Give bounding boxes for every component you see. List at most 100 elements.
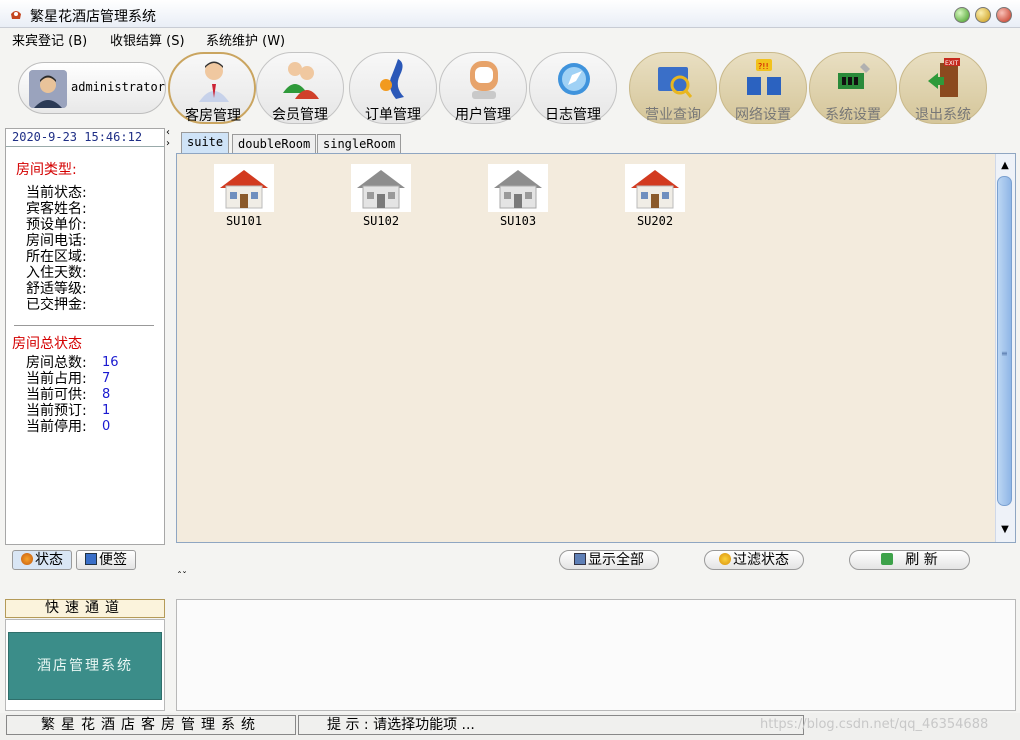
tab-suite[interactable]: suite — [181, 132, 230, 153]
members-icon — [283, 62, 319, 99]
status-row-total: 房间总数: 16 — [26, 355, 119, 371]
quick-access-panel: 酒店管理系统 — [5, 619, 165, 711]
field-current-status: 当前状态: — [26, 185, 87, 201]
status-app-name: 繁星花酒店客房管理系统 — [6, 715, 296, 735]
toolbar-label: 用户管理 — [455, 107, 511, 123]
svg-text:EXIT: EXIT — [945, 60, 959, 67]
hotel-system-shortcut[interactable]: 酒店管理系统 — [8, 632, 162, 700]
tab-notes[interactable]: 便签 — [76, 550, 136, 570]
folder-search-icon — [658, 67, 692, 98]
collapse-left-arrow[interactable]: ‹ — [166, 127, 170, 138]
toolbar-label: 退出系统 — [915, 107, 971, 123]
vertical-scrollbar[interactable]: ▲ ≡ ▼ — [995, 154, 1015, 542]
field-guest-name: 宾客姓名: — [26, 201, 87, 217]
log-management-button[interactable]: 日志管理 — [529, 52, 617, 124]
window-title: 繁星花酒店管理系统 — [30, 9, 156, 25]
order-icon — [380, 59, 404, 99]
grip-icon: ≡ — [1001, 349, 1008, 358]
room-su202[interactable]: SU202 — [625, 164, 685, 234]
compass-icon — [558, 63, 590, 95]
room-status-list: 房间总数: 16 当前占用: 7 当前可供: 8 当前预订: 1 当前停用: 0 — [26, 355, 156, 435]
expand-left-arrow[interactable]: › — [166, 138, 170, 149]
network-icon: ?!! — [747, 59, 781, 95]
room-management-button[interactable]: 客房管理 — [168, 52, 256, 124]
menu-system-maintenance[interactable]: 系统维护 (W) — [206, 30, 285, 49]
svg-text:?!!: ?!! — [758, 62, 769, 71]
system-settings-button[interactable]: 系统设置 — [809, 52, 897, 124]
field-stay-days: 入住天数: — [26, 265, 87, 281]
network-settings-button[interactable]: ?!! 网络设置 — [719, 52, 807, 124]
status-value: 1 — [102, 403, 111, 418]
room-label: SU202 — [636, 214, 674, 228]
toolbar-label: 营业查询 — [645, 107, 701, 123]
exit-system-button[interactable]: EXIT 退出系统 — [899, 52, 987, 124]
user-icon — [470, 61, 498, 99]
vacant-house-icon — [351, 164, 411, 212]
field-area: 所在区域: — [26, 249, 87, 265]
field-deposit: 已交押金: — [26, 297, 87, 313]
title-bar: 繁星花酒店管理系统 — [0, 0, 1020, 28]
menu-bar: 来宾登记 (B) 收银结算 (S) 系统维护 (W) — [0, 28, 1020, 49]
scroll-thumb[interactable]: ≡ — [997, 176, 1012, 506]
field-unit-price: 预设单价: — [26, 217, 87, 233]
status-row-occupied: 当前占用: 7 — [26, 371, 111, 387]
close-button[interactable] — [996, 7, 1012, 23]
field-comfort-level: 舒适等级: — [26, 281, 87, 297]
refresh-icon — [881, 553, 894, 565]
quick-access-heading: 快速通道 — [5, 599, 165, 618]
toolbar-label: 日志管理 — [545, 107, 601, 123]
tab-status[interactable]: 状态 — [12, 550, 72, 570]
hardware-icon — [838, 63, 870, 89]
scroll-up-arrow-icon[interactable]: ▲ — [996, 158, 1014, 174]
room-fields-list: 当前状态: 宾客姓名: 预设单价: 房间电话: 所在区域: 入住天数: 舒适等级… — [26, 185, 87, 313]
refresh-button[interactable]: 刷 新 — [849, 550, 970, 570]
status-row-disabled: 当前停用: 0 — [26, 419, 111, 435]
tab-double-room[interactable]: doubleRoom — [232, 134, 317, 153]
order-management-button[interactable]: 订单管理 — [349, 52, 437, 124]
status-bar: 繁星花酒店客房管理系统 提 示 : 请选择功能项 ... https://blo… — [0, 713, 1020, 740]
business-query-button[interactable]: 营业查询 — [629, 52, 717, 124]
toolbar-label: 订单管理 — [365, 107, 421, 123]
maximize-button[interactable] — [975, 7, 991, 23]
user-name: administrator — [71, 80, 165, 94]
occupied-house-icon — [214, 164, 274, 212]
app-icon — [11, 11, 21, 19]
room-grid: SU101 SU102 SU103 SU202 — [176, 153, 1016, 543]
divider — [14, 325, 154, 327]
datetime-display: 2020-9-23 15:46:12 — [6, 129, 164, 147]
notes-panel[interactable] — [176, 599, 1016, 711]
toolbar-label: 会员管理 — [272, 107, 328, 123]
room-su103[interactable]: SU103 — [488, 164, 548, 234]
person-manager-icon — [199, 61, 229, 102]
status-row-reserved: 当前预订: 1 — [26, 403, 111, 419]
status-value: 8 — [102, 387, 111, 402]
toolbar-label: 系统设置 — [825, 107, 881, 123]
filter-status-button[interactable]: 过滤状态 — [704, 550, 804, 570]
user-management-button[interactable]: 用户管理 — [439, 52, 527, 124]
member-management-button[interactable]: 会员管理 — [256, 52, 344, 124]
occupied-house-icon — [625, 164, 685, 212]
room-label: SU102 — [362, 214, 400, 228]
show-all-button[interactable]: 显示全部 — [559, 550, 659, 570]
room-label: SU103 — [499, 214, 537, 228]
room-su101[interactable]: SU101 — [214, 164, 274, 234]
toolbar: administrator 客房管理 会员管理 订单管理 用户管理 日志管理 营… — [0, 48, 1020, 128]
vacant-house-icon — [488, 164, 548, 212]
watermark: https://blog.csdn.net/qq_46354688 — [760, 717, 989, 732]
status-icon — [21, 553, 33, 565]
status-value: 7 — [102, 371, 111, 386]
toolbar-label: 客房管理 — [185, 108, 241, 124]
menu-guest-registration[interactable]: 来宾登记 (B) — [12, 30, 87, 49]
room-info-panel: 2020-9-23 15:46:12 房间类型: 当前状态: 宾客姓名: 预设单… — [5, 128, 165, 545]
note-icon — [85, 553, 97, 565]
scroll-down-arrow-icon[interactable]: ▼ — [996, 522, 1014, 538]
room-su102[interactable]: SU102 — [351, 164, 411, 234]
menu-checkout[interactable]: 收银结算 (S) — [110, 30, 185, 49]
tab-single-room[interactable]: singleRoom — [317, 134, 402, 153]
minimize-button[interactable] — [954, 7, 970, 23]
collapse-arrows[interactable]: ˆˇ — [177, 571, 187, 582]
room-type-heading: 房间类型: — [16, 162, 77, 178]
status-row-available: 当前可供: 8 — [26, 387, 111, 403]
status-value: 16 — [102, 355, 119, 370]
room-label: SU101 — [225, 214, 263, 228]
